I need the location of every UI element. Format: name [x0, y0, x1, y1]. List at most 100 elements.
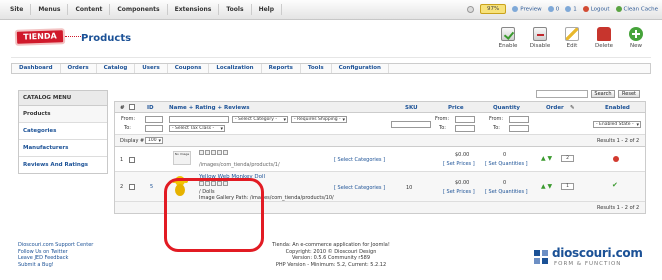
display-select[interactable]: 100: [145, 137, 163, 144]
row-checkbox[interactable]: [129, 157, 135, 163]
price-value: $0.00: [455, 180, 470, 186]
set-quantities-link[interactable]: [ Set Quantities ]: [485, 161, 528, 167]
price-from-input[interactable]: [455, 116, 475, 123]
tab-localization[interactable]: Localization: [209, 64, 262, 73]
sku-filter-input[interactable]: [391, 121, 431, 128]
tab-reports[interactable]: Reports: [262, 64, 301, 73]
enable-button[interactable]: Enable: [497, 27, 519, 49]
price-from-label: From:: [435, 116, 450, 122]
col-enabled[interactable]: Enabled: [605, 105, 630, 111]
product-thumbnail[interactable]: No Image: [173, 151, 191, 165]
catalog-menu: CATALOG MENU Products Categories Manufac…: [18, 90, 108, 174]
price-value: $0.00: [455, 152, 470, 158]
dioscouri-mark-icon: [534, 250, 548, 264]
menu-extensions[interactable]: Extensions: [168, 4, 220, 15]
tienda-logo: TIENDA: [14, 28, 66, 46]
name-filter-input[interactable]: [169, 116, 229, 123]
price-to-input[interactable]: [455, 125, 475, 132]
price-to-label: To:: [439, 125, 446, 131]
disabled-status-icon[interactable]: [613, 156, 619, 162]
cache-icon: [615, 5, 622, 12]
tab-tools[interactable]: Tools: [301, 64, 332, 73]
table-row: 1 No Image /images/com_tienda/products/1…: [115, 147, 645, 172]
set-quantities-link[interactable]: [ Set Quantities ]: [485, 189, 528, 195]
enabled-check-icon[interactable]: ✔: [612, 181, 618, 189]
menu-tools[interactable]: Tools: [219, 4, 252, 15]
sidebar-item-categories[interactable]: Categories: [19, 123, 107, 140]
search-button[interactable]: Search: [591, 90, 615, 98]
col-name[interactable]: Name + Rating + Reviews: [169, 105, 250, 111]
from-label: From:: [121, 116, 136, 122]
page-header: TIENDA Products Enable Disable Edit Dele…: [11, 22, 651, 58]
col-id[interactable]: ID: [147, 105, 154, 111]
set-prices-link[interactable]: [ Set Prices ]: [443, 189, 475, 195]
topbar-status: 97% Preview 0 1 Logout Clean Cache: [467, 4, 658, 14]
tab-catalog[interactable]: Catalog: [97, 64, 136, 73]
image-path: /images/com_tienda/products/1/: [199, 162, 280, 168]
to-label: To:: [124, 125, 131, 131]
sidebar-item-products[interactable]: Products: [19, 106, 107, 123]
tab-orders[interactable]: Orders: [61, 64, 97, 73]
select-all-checkbox[interactable]: [129, 104, 135, 110]
filter-row: From: To: - Select Category - - Requires…: [115, 113, 645, 135]
select-categories-link[interactable]: [ Select Categories ]: [334, 157, 385, 163]
shipping-select[interactable]: - Requires Shipping -: [291, 116, 347, 123]
menu-components[interactable]: Components: [110, 4, 168, 15]
col-price[interactable]: Price: [448, 105, 464, 111]
col-order[interactable]: Order: [546, 105, 564, 111]
tab-users[interactable]: Users: [135, 64, 168, 73]
menu-help[interactable]: Help: [252, 4, 283, 15]
enabled-state-select[interactable]: - Enabled State -: [593, 121, 641, 128]
messages-count[interactable]: 0: [547, 5, 559, 12]
order-input[interactable]: 1: [561, 183, 574, 190]
page-title: Products: [81, 33, 132, 44]
id-to-input[interactable]: [145, 125, 163, 132]
users-count[interactable]: 1: [565, 5, 577, 12]
row-checkbox[interactable]: [129, 184, 135, 190]
order-input[interactable]: 2: [561, 155, 574, 162]
category-select[interactable]: - Select Category -: [232, 116, 288, 123]
progress-badge: 97%: [480, 4, 507, 14]
search-input[interactable]: [536, 90, 588, 98]
clean-cache-link[interactable]: Clean Cache: [615, 5, 658, 12]
admin-topbar: Site Menus Content Components Extensions…: [0, 0, 662, 20]
col-quantity[interactable]: Quantity: [493, 105, 520, 111]
order-arrows[interactable]: ▲ ▼: [541, 183, 552, 190]
plus-icon: [629, 27, 643, 41]
order-arrows[interactable]: ▲ ▼: [541, 155, 552, 162]
qty-from-label: From:: [489, 116, 504, 122]
tab-dashboard[interactable]: Dashboard: [12, 64, 61, 73]
sku-value: 10: [406, 185, 413, 191]
set-prices-link[interactable]: [ Set Prices ]: [443, 161, 475, 167]
preview-link[interactable]: Preview: [512, 5, 542, 12]
tab-configuration[interactable]: Configuration: [332, 64, 389, 73]
user-icon: [565, 5, 572, 12]
new-button[interactable]: New: [625, 27, 647, 49]
delete-button[interactable]: Delete: [593, 27, 615, 49]
menu-menus[interactable]: Menus: [31, 4, 69, 15]
sidebar-item-manufacturers[interactable]: Manufacturers: [19, 140, 107, 157]
admin-menu: Site Menus Content Components Extensions…: [3, 4, 283, 15]
id-from-input[interactable]: [145, 116, 163, 123]
menu-site[interactable]: Site: [3, 4, 32, 15]
product-id[interactable]: 5: [150, 184, 153, 190]
pencil-icon: [565, 27, 579, 41]
sidebar-item-reviews[interactable]: Reviews And Ratings: [19, 157, 107, 173]
col-sku[interactable]: SKU: [405, 105, 418, 111]
save-order-icon[interactable]: ✎: [570, 105, 575, 111]
qty-to-input[interactable]: [509, 125, 529, 132]
qty-from-input[interactable]: [509, 116, 529, 123]
qty-to-label: To:: [493, 125, 500, 131]
help-icon[interactable]: [467, 5, 475, 13]
menu-content[interactable]: Content: [68, 4, 111, 15]
logout-link[interactable]: Logout: [582, 5, 610, 12]
highlight-annotation: [164, 178, 264, 252]
toolbar: Enable Disable Edit Delete New: [497, 27, 647, 49]
tab-coupons[interactable]: Coupons: [168, 64, 210, 73]
tax-class-select[interactable]: - Select Tax Class -: [169, 125, 225, 132]
select-categories-link[interactable]: [ Select Categories ]: [334, 185, 385, 191]
edit-button[interactable]: Edit: [561, 27, 583, 49]
row-number: 2: [120, 184, 124, 190]
reset-button[interactable]: Reset: [618, 90, 640, 98]
disable-button[interactable]: Disable: [529, 27, 551, 49]
